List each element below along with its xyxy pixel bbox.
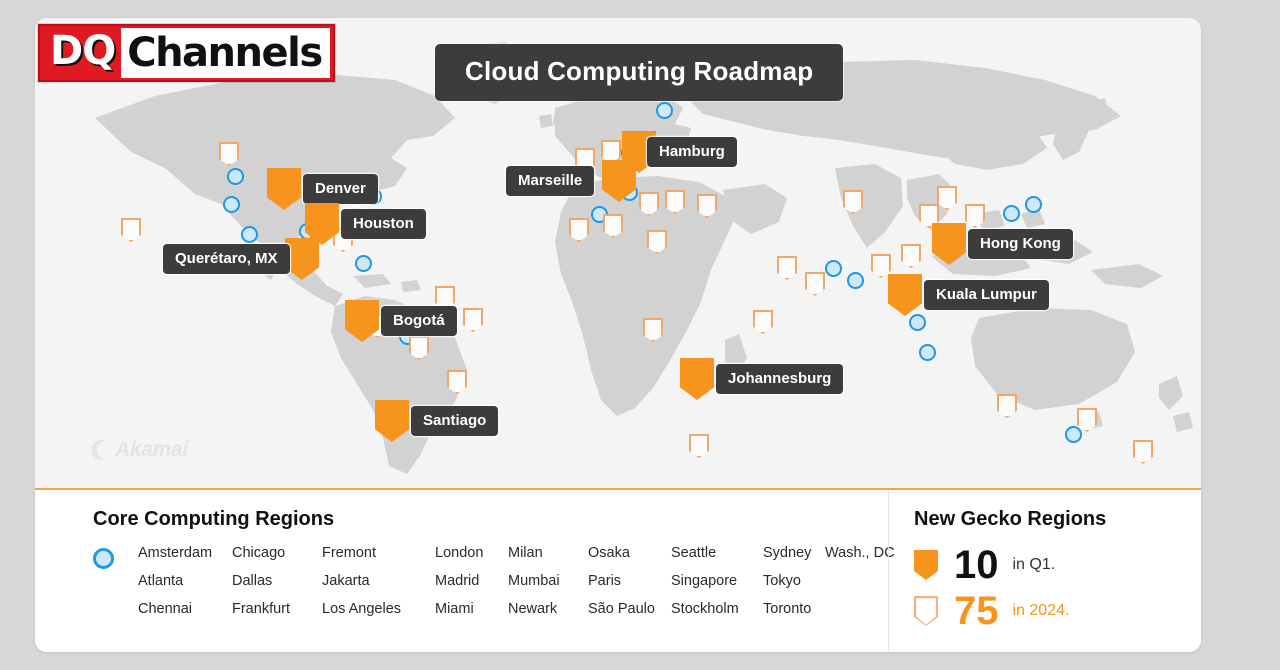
core-region-dot [227,168,244,185]
core-region-city: Frankfurt [232,601,291,617]
core-region-city: Osaka [588,545,630,561]
core-region-city: São Paulo [588,601,655,617]
city-label-denver: Denver [303,174,378,204]
core-region-city: Stockholm [671,601,739,617]
core-region-city: Sydney [763,545,812,561]
world-map: Cloud Computing Roadmap Denver Houston Que… [35,18,1201,488]
city-label-marseille: Marseille [506,166,595,196]
core-region-city: Paris [588,573,622,589]
gecko-note: in 2024. [1012,602,1070,619]
city-label-houston: Houston [341,209,426,239]
core-region-dot [241,226,258,243]
core-region-city: Fremont [322,545,376,561]
core-region-dot [847,272,864,289]
legend-panel: Core Computing Regions Amsterdam Chicago F… [35,488,1201,652]
core-region-dot [223,196,240,213]
city-label-hongkong: Hong Kong [968,229,1073,259]
core-region-dot [1065,426,1082,443]
core-region-city: Newark [508,601,558,617]
core-region-city: London [435,545,484,561]
core-region-city: Amsterdam [138,545,213,561]
core-region-dot [355,255,372,272]
gecko-count: 75 [954,589,999,633]
city-label-johannesburg: Johannesburg [716,364,844,394]
gecko-note: in Q1. [1012,556,1056,573]
core-region-dot [909,314,926,331]
core-region-dot [1025,196,1042,213]
akamai-wordmark: Akamai [115,438,188,461]
gecko-row: 75 in 2024. [914,591,1201,631]
core-region-city: Los Angeles [322,601,402,617]
core-region-city: Chennai [138,601,193,617]
core-region-city: Mumbai [508,573,560,589]
core-region-city: Chicago [232,545,286,561]
outline-pin-icon [914,596,938,626]
city-label-santiago: Santiago [411,406,499,436]
gecko-regions-title: New Gecko Regions [914,508,1107,530]
core-region-city: Seattle [671,545,717,561]
core-region-city: Atlanta [138,573,184,589]
core-regions-title: Core Computing Regions [93,508,335,530]
dq-channels-logo: DQ Channels [38,24,335,82]
blue-circle-icon [93,548,114,569]
core-region-dot [825,260,842,277]
core-region-city: Singapore [671,573,738,589]
core-region-dot [919,344,936,361]
city-label-queretaro: Querétaro, MX [163,244,290,274]
core-region-dot [1003,205,1020,222]
core-regions-section: Core Computing Regions Amsterdam Chicago F… [35,490,895,652]
core-region-city: Madrid [435,573,480,589]
filled-pin-icon [914,550,938,580]
city-label-hamburg: Hamburg [647,137,737,167]
screenshot-root: Cloud Computing Roadmap Denver Houston Que… [0,0,1280,670]
core-region-city: Milan [508,545,543,561]
core-region-dot [656,102,673,119]
gecko-count: 10 [954,543,999,587]
core-region-city: Miami [435,601,474,617]
city-label-kualalumpur: Kuala Lumpur [924,280,1049,310]
logo-dq-text: DQ [50,28,116,74]
core-region-city: Tokyo [763,573,801,589]
gecko-row: 10 in Q1. [914,545,1201,585]
gecko-regions-section: New Gecko Regions 10 in Q1. 75 in 2024. [888,490,1201,652]
core-region-city: Jakarta [322,573,370,589]
infographic-card: Cloud Computing Roadmap Denver Houston Que… [35,18,1201,652]
akamai-swoosh-icon [92,440,106,460]
core-region-city: Dallas [232,573,273,589]
map-title: Cloud Computing Roadmap [435,44,844,101]
akamai-watermark: Akamai [92,438,188,462]
logo-channels-text: Channels [121,28,330,78]
core-regions-city-grid: Amsterdam Chicago Fremont London Milan Osaka S… [138,545,905,617]
city-label-bogota: Bogotá [381,306,457,336]
gecko-rows: 10 in Q1. 75 in 2024. [914,545,1201,631]
core-region-city: Toronto [763,601,812,617]
